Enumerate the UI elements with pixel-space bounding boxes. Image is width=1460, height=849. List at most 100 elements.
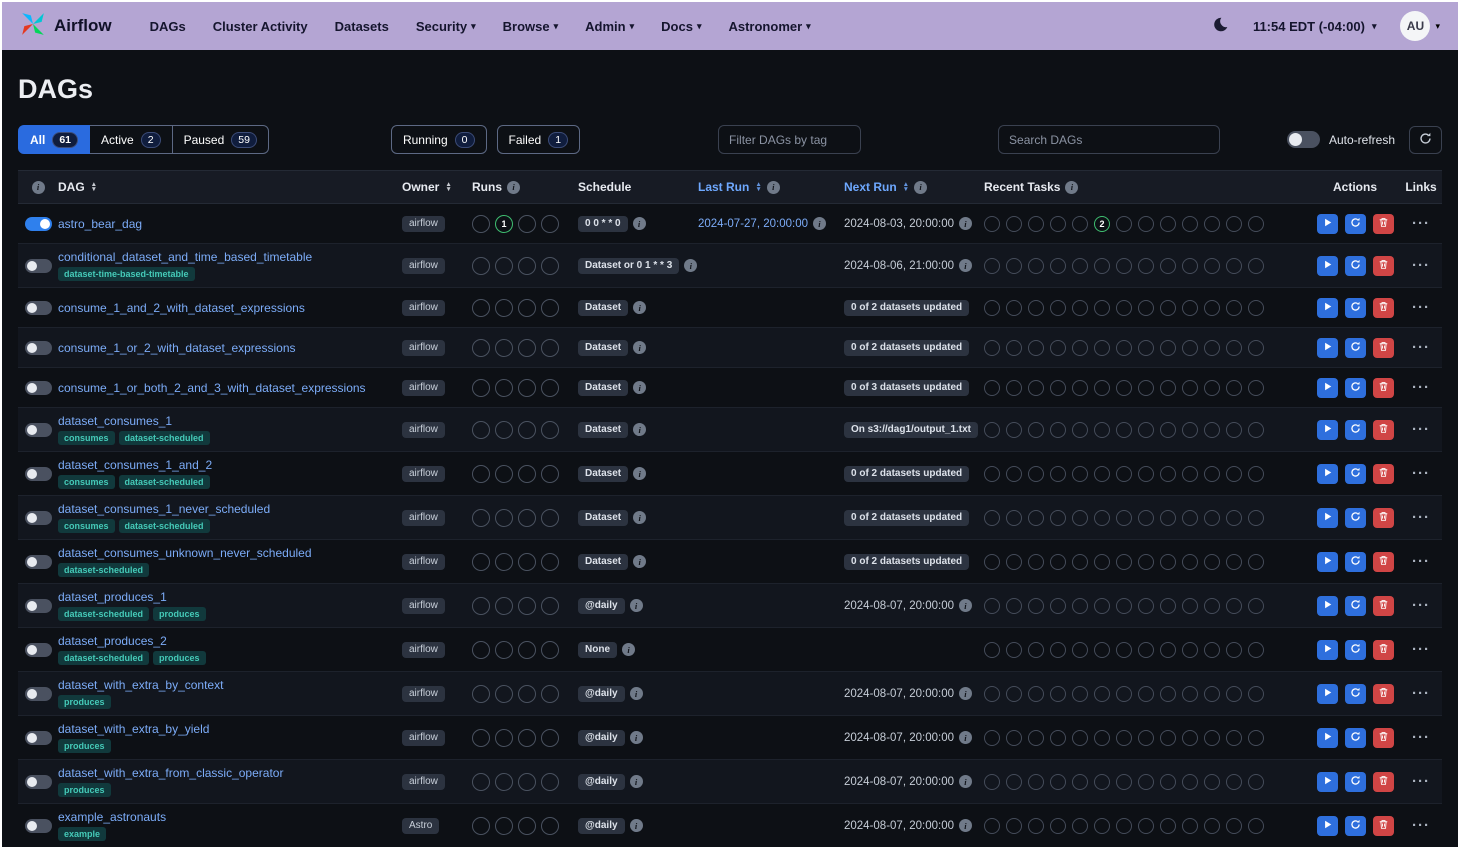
dag-tag[interactable]: produces [58,739,111,753]
dag-name-link[interactable]: conditional_dataset_and_time_based_timet… [58,250,312,264]
task-state-circle[interactable] [1072,466,1088,482]
task-state-circle[interactable] [1248,686,1264,702]
trigger-dag-button[interactable] [1317,772,1338,792]
task-state-circle[interactable] [1160,598,1176,614]
run-state-circle[interactable] [472,215,490,233]
run-state-circle[interactable] [518,299,536,317]
info-icon[interactable]: i [630,819,643,832]
task-state-circle[interactable] [1248,300,1264,316]
task-state-circle[interactable] [1094,730,1110,746]
task-state-circle[interactable] [1204,598,1220,614]
owner-badge[interactable]: airflow [402,598,445,614]
task-state-circle[interactable] [1138,730,1154,746]
owner-badge[interactable]: airflow [402,216,445,232]
dag-pause-toggle[interactable] [25,217,52,231]
dag-name-link[interactable]: dataset_consumes_1_and_2 [58,458,212,472]
dag-links-menu[interactable]: ··· [1412,469,1430,479]
col-last-run[interactable]: Last Run ▲▼ i [698,180,844,194]
task-state-circle[interactable] [1138,216,1154,232]
task-state-circle[interactable] [1160,730,1176,746]
info-icon[interactable]: i [630,687,643,700]
dag-tag[interactable]: dataset-scheduled [119,519,210,533]
task-state-circle[interactable] [1204,216,1220,232]
task-state-circle[interactable] [1138,818,1154,834]
dag-links-menu[interactable]: ··· [1412,557,1430,567]
nav-item-dags[interactable]: DAGs [150,19,186,34]
schedule-badge[interactable]: Dataset [578,466,628,482]
run-state-circle[interactable] [541,553,559,571]
task-state-circle[interactable] [1204,730,1220,746]
dag-tag[interactable]: dataset-scheduled [119,475,210,489]
dag-pause-toggle[interactable] [25,687,52,701]
task-state-circle[interactable] [1072,730,1088,746]
tab-paused[interactable]: Paused59 [173,125,269,154]
task-state-circle[interactable] [1028,554,1044,570]
task-state-circle[interactable] [1050,340,1066,356]
owner-badge[interactable]: Astro [402,818,439,834]
task-state-circle[interactable] [1094,258,1110,274]
owner-badge[interactable]: airflow [402,466,445,482]
run-state-circle[interactable] [541,729,559,747]
info-icon[interactable]: i [633,467,646,480]
run-state-circle[interactable] [495,641,513,659]
task-state-circle[interactable] [1138,642,1154,658]
task-state-circle[interactable] [1226,730,1242,746]
run-state-circle[interactable] [472,773,490,791]
col-owner[interactable]: Owner ▲▼ [402,180,472,194]
task-state-circle[interactable] [1248,730,1264,746]
task-state-circle[interactable] [984,216,1000,232]
task-state-circle[interactable] [1050,216,1066,232]
run-success-circle[interactable]: 1 [495,215,513,233]
dag-pause-toggle[interactable] [25,259,52,273]
run-state-circle[interactable] [495,729,513,747]
clock-dropdown[interactable]: 11:54 EDT (-04:00) ▾ [1253,19,1377,34]
next-run-dataset-badge[interactable]: On s3://dag1/output_1.txt [844,422,978,438]
dag-pause-toggle[interactable] [25,301,52,315]
task-state-circle[interactable] [1050,774,1066,790]
task-state-circle[interactable] [1248,510,1264,526]
run-state-circle[interactable] [518,553,536,571]
reparse-dag-button[interactable] [1345,378,1366,398]
task-state-circle[interactable] [1094,340,1110,356]
task-state-circle[interactable] [1050,598,1066,614]
info-icon[interactable]: i [684,259,697,272]
tag-filter-input[interactable] [718,125,861,154]
dag-links-menu[interactable]: ··· [1412,425,1430,435]
task-state-circle[interactable] [1182,774,1198,790]
task-state-circle[interactable] [1226,554,1242,570]
delete-dag-button[interactable] [1373,420,1394,440]
task-state-circle[interactable] [1226,340,1242,356]
nav-item-docs[interactable]: Docs ▾ [661,19,701,34]
schedule-badge[interactable]: @daily [578,730,625,746]
delete-dag-button[interactable] [1373,684,1394,704]
user-menu[interactable]: AU ▾ [1400,11,1440,41]
run-state-circle[interactable] [472,509,490,527]
task-state-circle[interactable] [1094,510,1110,526]
dag-name-link[interactable]: dataset_consumes_1_never_scheduled [58,502,270,516]
next-run-dataset-badge[interactable]: 0 of 2 datasets updated [844,554,969,570]
run-state-circle[interactable] [541,773,559,791]
task-state-circle[interactable] [1116,300,1132,316]
task-state-circle[interactable] [984,258,1000,274]
filter-failed[interactable]: Failed1 [497,125,581,154]
task-state-circle[interactable] [1094,554,1110,570]
dag-tag[interactable]: consumes [58,519,115,533]
run-state-circle[interactable] [472,553,490,571]
schedule-badge[interactable]: None [578,642,617,658]
task-success-circle[interactable]: 2 [1094,216,1110,232]
run-state-circle[interactable] [541,465,559,483]
task-state-circle[interactable] [1006,730,1022,746]
run-state-circle[interactable] [518,509,536,527]
owner-badge[interactable]: airflow [402,642,445,658]
task-state-circle[interactable] [984,510,1000,526]
schedule-badge[interactable]: Dataset [578,554,628,570]
task-state-circle[interactable] [1204,380,1220,396]
dag-links-menu[interactable]: ··· [1412,601,1430,611]
task-state-circle[interactable] [1160,422,1176,438]
task-state-circle[interactable] [1028,258,1044,274]
schedule-badge[interactable]: @daily [578,774,625,790]
task-state-circle[interactable] [1094,642,1110,658]
run-state-circle[interactable] [472,421,490,439]
dag-links-menu[interactable]: ··· [1412,383,1430,393]
task-state-circle[interactable] [1028,466,1044,482]
